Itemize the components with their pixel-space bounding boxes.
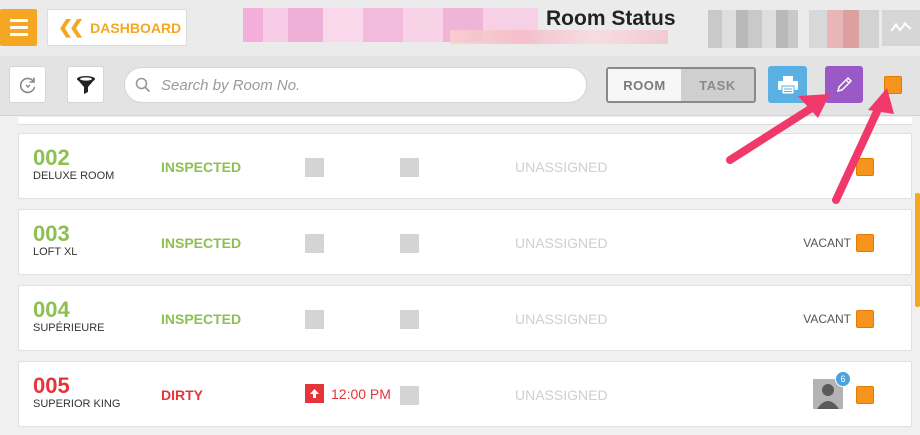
room-number: 004 — [33, 297, 70, 322]
previous-row-edge — [18, 117, 912, 125]
due-time: 12:00 PM — [305, 384, 391, 403]
pencil-icon — [836, 76, 853, 92]
room-type: DELUXE ROOM — [33, 170, 115, 182]
pixelated-subtitle — [450, 30, 668, 44]
refresh-button[interactable] — [9, 66, 46, 103]
select-all-checkbox[interactable] — [884, 76, 902, 94]
activity-button[interactable] — [882, 10, 920, 46]
occupancy-status: VACANT — [803, 236, 851, 250]
room-number: 003 — [33, 221, 70, 246]
room-type: SUPERIOR KING — [33, 398, 121, 410]
menu-button[interactable] — [0, 9, 37, 46]
print-button[interactable] — [768, 66, 807, 103]
page-title: Room Status — [546, 7, 676, 30]
menu-icon-bar — [9, 33, 28, 36]
dashboard-button[interactable]: ❮❮ DASHBOARD — [47, 9, 187, 46]
room-number: 005 — [33, 373, 70, 398]
search-icon — [135, 77, 151, 93]
tab-task[interactable]: TASK — [681, 69, 754, 101]
edit-button[interactable] — [825, 66, 863, 103]
scrollbar[interactable] — [915, 193, 920, 307]
filter-button[interactable] — [67, 66, 104, 103]
room-type: SUPÉRIEURE — [33, 322, 105, 334]
room-row[interactable]: 004 SUPÉRIEURE INSPECTED UNASSIGNED VACA… — [18, 285, 912, 351]
pixelated-user-avatar — [809, 10, 879, 48]
placeholder-square — [400, 234, 419, 253]
room-status: INSPECTED — [161, 311, 242, 327]
occupancy-status: VACANT — [803, 312, 851, 326]
room-status: INSPECTED — [161, 159, 242, 175]
filter-funnel-icon — [76, 75, 95, 94]
assignee: UNASSIGNED — [515, 159, 608, 175]
chevrons-left-icon: ❮❮ — [58, 17, 84, 37]
room-status: DIRTY — [161, 387, 203, 403]
menu-icon-bar — [9, 19, 28, 22]
placeholder-square — [400, 386, 419, 405]
room-number: 002 — [33, 145, 70, 170]
row-checkbox[interactable] — [856, 234, 874, 252]
activity-icon — [890, 22, 912, 32]
placeholder-square — [400, 310, 419, 329]
row-checkbox[interactable] — [856, 386, 874, 404]
placeholder-square — [400, 158, 419, 177]
assignee: UNASSIGNED — [515, 311, 608, 327]
room-row[interactable]: 002 DELUXE ROOM INSPECTED UNASSIGNED — [18, 133, 912, 199]
room-row[interactable]: 005 SUPERIOR KING DIRTY 12:00 PM UNASSIG… — [18, 361, 912, 427]
room-status: INSPECTED — [161, 235, 242, 251]
notification-badge: 6 — [835, 371, 851, 387]
placeholder-square — [305, 158, 324, 177]
print-icon — [777, 75, 798, 94]
row-checkbox[interactable] — [856, 158, 874, 176]
arrow-up-icon — [305, 384, 324, 403]
search-bar[interactable] — [124, 67, 587, 103]
placeholder-square — [305, 310, 324, 329]
assignee: UNASSIGNED — [515, 235, 608, 251]
toolbar: ROOM TASK — [0, 56, 920, 116]
tab-room[interactable]: ROOM — [608, 69, 681, 101]
room-type: LOFT XL — [33, 246, 78, 258]
dashboard-label: DASHBOARD — [90, 19, 182, 36]
room-task-toggle[interactable]: ROOM TASK — [606, 67, 756, 103]
user-avatar-icon[interactable]: 6 — [813, 371, 851, 409]
due-time-text: 12:00 PM — [331, 385, 391, 402]
search-input[interactable] — [161, 76, 561, 94]
top-header: ❮❮ DASHBOARD Room Status — [0, 0, 920, 56]
placeholder-square — [305, 234, 324, 253]
refresh-icon — [19, 77, 35, 93]
room-row[interactable]: 003 LOFT XL INSPECTED UNASSIGNED VACANT — [18, 209, 912, 275]
assignee: UNASSIGNED — [515, 387, 608, 403]
pixelated-user-info — [708, 10, 798, 48]
row-checkbox[interactable] — [856, 310, 874, 328]
menu-icon-bar — [9, 26, 28, 29]
